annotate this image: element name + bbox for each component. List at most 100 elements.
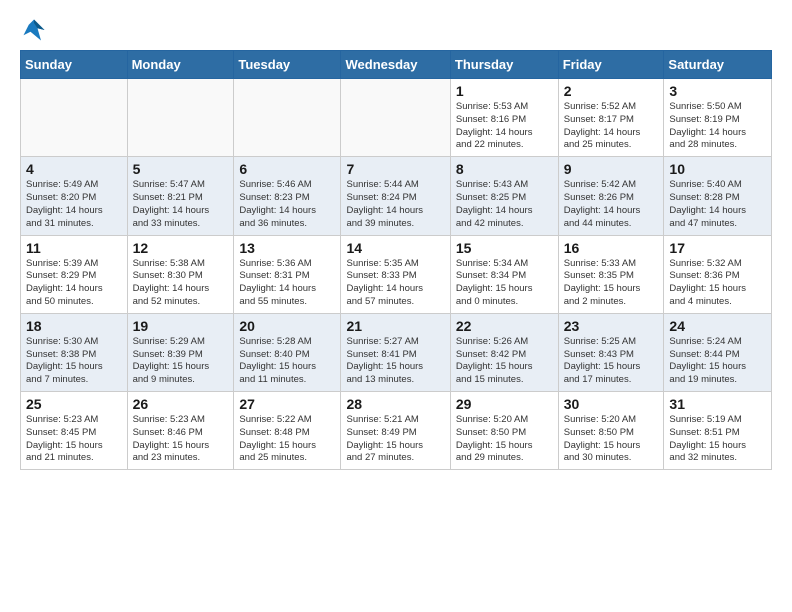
day-info: Sunrise: 5:52 AM Sunset: 8:17 PM Dayligh… [564, 101, 659, 152]
calendar-cell: 30 Sunrise: 5:20 AM Sunset: 8:50 PM Dayli… [558, 392, 664, 470]
day-info: Sunrise: 5:19 AM Sunset: 8:51 PM Dayligh… [669, 414, 766, 465]
day-number: 11 [26, 240, 122, 256]
day-info: Sunrise: 5:26 AM Sunset: 8:42 PM Dayligh… [456, 336, 553, 387]
day-info: Sunrise: 5:35 AM Sunset: 8:33 PM Dayligh… [346, 258, 444, 309]
day-number: 12 [133, 240, 229, 256]
day-info: Sunrise: 5:25 AM Sunset: 8:43 PM Dayligh… [564, 336, 659, 387]
day-number: 1 [456, 83, 553, 99]
calendar-cell: 18Sunrise: 5:30 AM Sunset: 8:38 PM Dayli… [21, 313, 128, 391]
day-info: Sunrise: 5:42 AM Sunset: 8:26 PM Dayligh… [564, 179, 659, 230]
calendar-cell: 26Sunrise: 5:23 AM Sunset: 8:46 PM Dayli… [127, 392, 234, 470]
header [20, 16, 772, 44]
calendar-cell: 10 Sunrise: 5:40 AM Sunset: 8:28 PM Dayli… [664, 157, 772, 235]
day-number: 7 [346, 161, 444, 177]
day-info: Sunrise: 5:50 AM Sunset: 8:19 PM Dayligh… [669, 101, 766, 152]
day-info: Sunrise: 5:21 AM Sunset: 8:49 PM Dayligh… [346, 414, 444, 465]
day-number: 30 [564, 396, 659, 412]
day-info: Sunrise: 5:22 AM Sunset: 8:48 PM Dayligh… [239, 414, 335, 465]
calendar-cell: 15 Sunrise: 5:34 AM Sunset: 8:34 PM Dayli… [450, 235, 558, 313]
calendar-week-row: 25 Sunrise: 5:23 AM Sunset: 8:45 PM Dayli… [21, 392, 772, 470]
day-number: 15 [456, 240, 553, 256]
calendar-week-row: 4 Sunrise: 5:49 AM Sunset: 8:20 PM Daylig… [21, 157, 772, 235]
day-number: 25 [26, 396, 122, 412]
day-number: 29 [456, 396, 553, 412]
day-info: Sunrise: 5:23 AM Sunset: 8:46 PM Dayligh… [133, 414, 229, 465]
calendar-cell: 19Sunrise: 5:29 AM Sunset: 8:39 PM Dayli… [127, 313, 234, 391]
day-number: 23 [564, 318, 659, 334]
day-number: 24 [669, 318, 766, 334]
day-info: Sunrise: 5:39 AM Sunset: 8:29 PM Dayligh… [26, 258, 122, 309]
calendar-cell: 27 Sunrise: 5:22 AM Sunset: 8:48 PM Dayli… [234, 392, 341, 470]
calendar-cell: 31Sunrise: 5:19 AM Sunset: 8:51 PM Dayli… [664, 392, 772, 470]
day-info: Sunrise: 5:43 AM Sunset: 8:25 PM Dayligh… [456, 179, 553, 230]
day-number: 4 [26, 161, 122, 177]
day-info: Sunrise: 5:46 AM Sunset: 8:23 PM Dayligh… [239, 179, 335, 230]
calendar-cell [234, 79, 341, 157]
day-info: Sunrise: 5:34 AM Sunset: 8:34 PM Dayligh… [456, 258, 553, 309]
calendar-cell: 3 Sunrise: 5:50 AM Sunset: 8:19 PM Daylig… [664, 79, 772, 157]
calendar-cell: 29Sunrise: 5:20 AM Sunset: 8:50 PM Dayli… [450, 392, 558, 470]
day-info: Sunrise: 5:23 AM Sunset: 8:45 PM Dayligh… [26, 414, 122, 465]
day-number: 10 [669, 161, 766, 177]
page-container: SundayMondayTuesdayWednesdayThursdayFrid… [0, 0, 792, 480]
day-number: 17 [669, 240, 766, 256]
logo-icon [20, 16, 48, 44]
calendar-cell: 22Sunrise: 5:26 AM Sunset: 8:42 PM Dayli… [450, 313, 558, 391]
day-number: 3 [669, 83, 766, 99]
calendar-cell: 11 Sunrise: 5:39 AM Sunset: 8:29 PM Dayli… [21, 235, 128, 313]
day-info: Sunrise: 5:44 AM Sunset: 8:24 PM Dayligh… [346, 179, 444, 230]
day-info: Sunrise: 5:20 AM Sunset: 8:50 PM Dayligh… [564, 414, 659, 465]
day-number: 19 [133, 318, 229, 334]
day-number: 2 [564, 83, 659, 99]
calendar-week-row: 11 Sunrise: 5:39 AM Sunset: 8:29 PM Dayli… [21, 235, 772, 313]
day-info: Sunrise: 5:47 AM Sunset: 8:21 PM Dayligh… [133, 179, 229, 230]
calendar-cell [341, 79, 450, 157]
calendar-day-header: Friday [558, 51, 664, 79]
day-info: Sunrise: 5:27 AM Sunset: 8:41 PM Dayligh… [346, 336, 444, 387]
day-info: Sunrise: 5:53 AM Sunset: 8:16 PM Dayligh… [456, 101, 553, 152]
day-number: 27 [239, 396, 335, 412]
calendar-cell: 20Sunrise: 5:28 AM Sunset: 8:40 PM Dayli… [234, 313, 341, 391]
calendar-cell: 6 Sunrise: 5:46 AM Sunset: 8:23 PM Daylig… [234, 157, 341, 235]
day-number: 14 [346, 240, 444, 256]
day-number: 18 [26, 318, 122, 334]
calendar-cell: 2 Sunrise: 5:52 AM Sunset: 8:17 PM Daylig… [558, 79, 664, 157]
calendar-table: SundayMondayTuesdayWednesdayThursdayFrid… [20, 50, 772, 470]
calendar-day-header: Tuesday [234, 51, 341, 79]
logo [20, 16, 54, 44]
calendar-cell: 17Sunrise: 5:32 AM Sunset: 8:36 PM Dayli… [664, 235, 772, 313]
day-info: Sunrise: 5:38 AM Sunset: 8:30 PM Dayligh… [133, 258, 229, 309]
calendar-cell: 21Sunrise: 5:27 AM Sunset: 8:41 PM Dayli… [341, 313, 450, 391]
day-number: 5 [133, 161, 229, 177]
calendar-cell: 25 Sunrise: 5:23 AM Sunset: 8:45 PM Dayli… [21, 392, 128, 470]
day-number: 6 [239, 161, 335, 177]
day-number: 28 [346, 396, 444, 412]
day-number: 9 [564, 161, 659, 177]
calendar-cell: 4 Sunrise: 5:49 AM Sunset: 8:20 PM Daylig… [21, 157, 128, 235]
day-number: 13 [239, 240, 335, 256]
calendar-day-header: Wednesday [341, 51, 450, 79]
day-number: 20 [239, 318, 335, 334]
day-number: 8 [456, 161, 553, 177]
day-info: Sunrise: 5:40 AM Sunset: 8:28 PM Dayligh… [669, 179, 766, 230]
calendar-day-header: Sunday [21, 51, 128, 79]
calendar-cell: 23 Sunrise: 5:25 AM Sunset: 8:43 PM Dayli… [558, 313, 664, 391]
day-info: Sunrise: 5:36 AM Sunset: 8:31 PM Dayligh… [239, 258, 335, 309]
day-number: 16 [564, 240, 659, 256]
calendar-day-header: Thursday [450, 51, 558, 79]
calendar-cell: 5 Sunrise: 5:47 AM Sunset: 8:21 PM Daylig… [127, 157, 234, 235]
calendar-week-row: 1 Sunrise: 5:53 AM Sunset: 8:16 PM Daylig… [21, 79, 772, 157]
calendar-cell: 16 Sunrise: 5:33 AM Sunset: 8:35 PM Dayli… [558, 235, 664, 313]
day-info: Sunrise: 5:49 AM Sunset: 8:20 PM Dayligh… [26, 179, 122, 230]
calendar-cell: 9 Sunrise: 5:42 AM Sunset: 8:26 PM Daylig… [558, 157, 664, 235]
calendar-day-header: Saturday [664, 51, 772, 79]
calendar-day-header: Monday [127, 51, 234, 79]
calendar-cell: 7 Sunrise: 5:44 AM Sunset: 8:24 PM Daylig… [341, 157, 450, 235]
calendar-cell: 8 Sunrise: 5:43 AM Sunset: 8:25 PM Daylig… [450, 157, 558, 235]
calendar-cell: 13 Sunrise: 5:36 AM Sunset: 8:31 PM Dayli… [234, 235, 341, 313]
calendar-cell: 12 Sunrise: 5:38 AM Sunset: 8:30 PM Dayli… [127, 235, 234, 313]
calendar-cell: 28 Sunrise: 5:21 AM Sunset: 8:49 PM Dayli… [341, 392, 450, 470]
calendar-cell: 14 Sunrise: 5:35 AM Sunset: 8:33 PM Dayli… [341, 235, 450, 313]
day-info: Sunrise: 5:33 AM Sunset: 8:35 PM Dayligh… [564, 258, 659, 309]
calendar-cell: 24Sunrise: 5:24 AM Sunset: 8:44 PM Dayli… [664, 313, 772, 391]
